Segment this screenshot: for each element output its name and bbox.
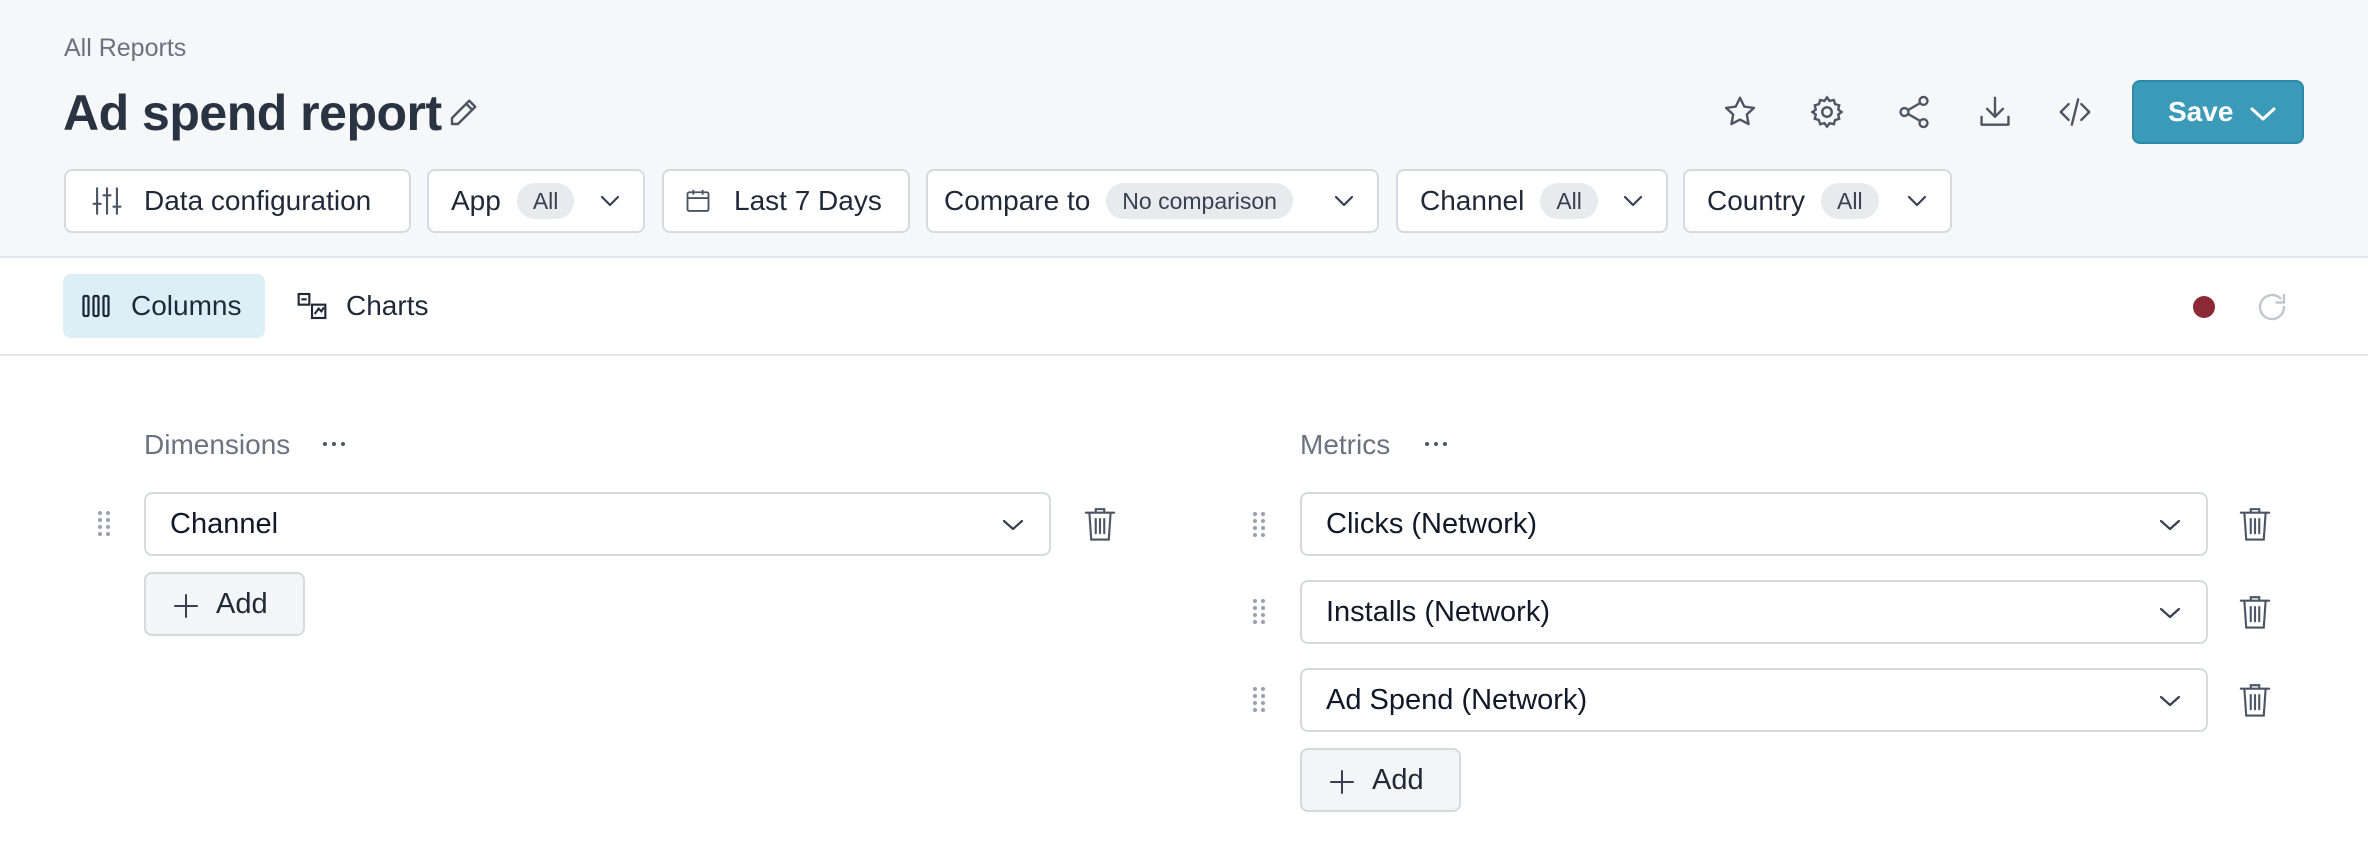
columns-icon bbox=[82, 294, 110, 318]
chevron-down-icon bbox=[600, 195, 620, 207]
app-filter[interactable]: App All bbox=[427, 169, 645, 233]
metric-select-value: Installs (Network) bbox=[1326, 595, 1550, 628]
save-button-label: Save bbox=[2168, 96, 2234, 127]
chevron-down-icon bbox=[2159, 695, 2181, 707]
share-button[interactable] bbox=[1888, 86, 1940, 138]
channel-filter-label: Channel bbox=[1420, 185, 1525, 216]
download-button[interactable] bbox=[1969, 86, 2021, 138]
trash-icon[interactable] bbox=[2238, 681, 2272, 719]
share-icon bbox=[1899, 95, 1929, 129]
metric-select-value: Clicks (Network) bbox=[1326, 507, 1538, 540]
chevron-down-icon bbox=[2159, 519, 2181, 531]
add-metric-label: Add bbox=[1372, 763, 1424, 796]
country-filter[interactable]: Country All bbox=[1683, 169, 1952, 233]
metric-select[interactable]: Clicks (Network) bbox=[1300, 492, 2208, 556]
date-range-filter[interactable]: Last 7 Days bbox=[662, 169, 910, 233]
tab-columns-label: Columns bbox=[131, 290, 242, 321]
code-icon bbox=[2059, 98, 2091, 126]
metric-select[interactable]: Installs (Network) bbox=[1300, 580, 2208, 644]
trash-icon[interactable] bbox=[2238, 505, 2272, 543]
add-metric-button[interactable]: Add bbox=[1300, 748, 1461, 812]
save-button[interactable]: Save bbox=[2132, 80, 2304, 144]
sliders-icon bbox=[92, 187, 122, 215]
compare-filter-value: No comparison bbox=[1106, 183, 1293, 219]
tab-charts-label: Charts bbox=[346, 290, 429, 321]
drag-handle-icon[interactable] bbox=[1251, 597, 1267, 627]
add-dimension-button[interactable]: Add bbox=[144, 572, 305, 636]
trash-icon[interactable] bbox=[2238, 593, 2272, 631]
dimension-select[interactable]: Channel bbox=[144, 492, 1051, 556]
app-filter-value: All bbox=[516, 183, 575, 219]
more-options-icon[interactable] bbox=[1423, 432, 1449, 456]
channel-filter[interactable]: Channel All bbox=[1396, 169, 1668, 233]
drag-handle-icon[interactable] bbox=[96, 509, 112, 539]
breadcrumb[interactable]: All Reports bbox=[64, 34, 186, 63]
calendar-icon bbox=[686, 189, 710, 212]
page-title: Ad spend report bbox=[63, 85, 442, 141]
metric-select[interactable]: Ad Spend (Network) bbox=[1300, 668, 2208, 732]
dimensions-label: Dimensions bbox=[144, 429, 291, 460]
data-configuration-label: Data configuration bbox=[144, 185, 372, 216]
unsaved-status-indicator bbox=[2193, 296, 2215, 318]
gear-icon bbox=[1810, 95, 1844, 129]
data-configuration-button[interactable]: Data configuration bbox=[64, 169, 411, 233]
settings-button[interactable] bbox=[1801, 86, 1853, 138]
plus-icon bbox=[174, 594, 198, 618]
chevron-down-icon bbox=[2159, 607, 2181, 619]
more-options-icon[interactable] bbox=[321, 432, 347, 456]
app-filter-label: App bbox=[451, 185, 501, 216]
chevron-down-icon bbox=[1623, 195, 1643, 207]
country-filter-label: Country bbox=[1707, 185, 1806, 216]
chevron-down-icon bbox=[1334, 195, 1354, 207]
chevron-down-icon bbox=[2250, 107, 2276, 121]
drag-handle-icon[interactable] bbox=[1251, 685, 1267, 715]
trash-icon[interactable] bbox=[1083, 505, 1117, 543]
metric-select-value: Ad Spend (Network) bbox=[1326, 683, 1588, 716]
charts-icon bbox=[297, 292, 327, 320]
channel-filter-value: All bbox=[1540, 183, 1598, 219]
pencil-icon[interactable] bbox=[446, 94, 482, 130]
tab-columns[interactable]: Columns bbox=[63, 274, 265, 338]
star-icon bbox=[1724, 96, 1756, 126]
chevron-down-icon bbox=[1907, 195, 1927, 207]
drag-handle-icon[interactable] bbox=[1251, 510, 1267, 540]
metrics-label: Metrics bbox=[1300, 429, 1391, 460]
download-icon bbox=[1980, 96, 2010, 126]
embed-code-button[interactable] bbox=[2049, 86, 2101, 138]
favorite-button[interactable] bbox=[1714, 86, 1766, 138]
compare-filter-label: Compare to bbox=[944, 185, 1091, 216]
country-filter-value: All bbox=[1821, 183, 1879, 219]
plus-icon bbox=[1330, 770, 1354, 794]
dimension-select-value: Channel bbox=[170, 507, 279, 540]
refresh-icon[interactable] bbox=[2254, 289, 2290, 325]
tab-charts[interactable]: Charts bbox=[280, 274, 452, 338]
chevron-down-icon bbox=[1002, 519, 1024, 531]
add-dimension-label: Add bbox=[216, 587, 268, 620]
date-range-label: Last 7 Days bbox=[734, 185, 882, 216]
compare-filter[interactable]: Compare to No comparison bbox=[926, 169, 1379, 233]
